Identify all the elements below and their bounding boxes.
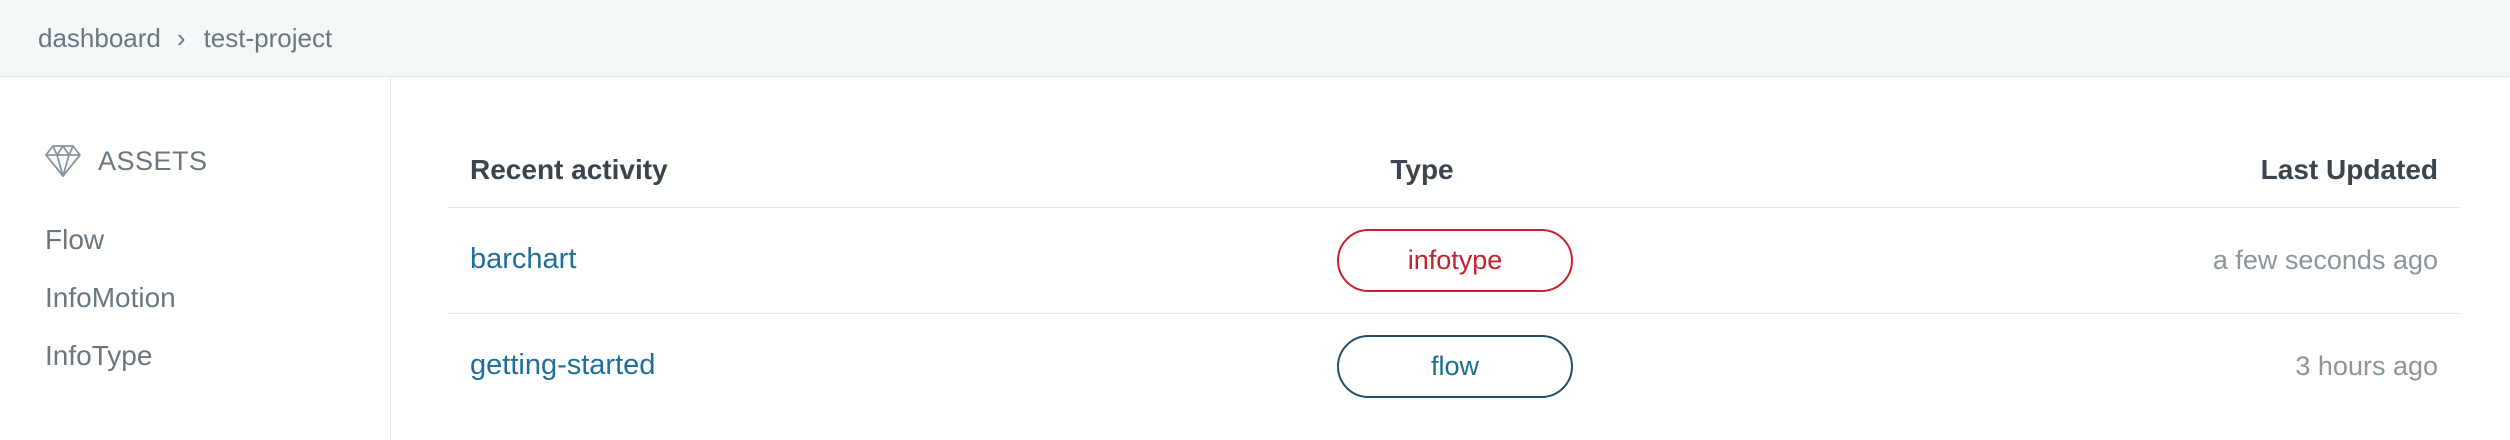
breadcrumb-dashboard[interactable]: dashboard xyxy=(38,23,161,54)
breadcrumb-test-project[interactable]: test-project xyxy=(204,23,333,54)
type-badge-infotype: infotype xyxy=(1337,229,1573,292)
asset-link-getting-started[interactable]: getting-started xyxy=(470,349,655,382)
column-header-type: Type xyxy=(1390,154,1454,185)
asset-link-barchart[interactable]: barchart xyxy=(470,243,576,276)
sidebar: ASSETS Flow InfoMotion InfoType xyxy=(0,78,391,440)
table-row: getting-started flow 3 hours ago xyxy=(448,314,2460,420)
type-badge-flow: flow xyxy=(1337,335,1573,398)
sidebar-item-infomotion[interactable]: InfoMotion xyxy=(45,282,176,314)
sidebar-item-flow[interactable]: Flow xyxy=(45,224,104,256)
column-header-last-updated: Last Updated xyxy=(2260,154,2438,185)
diamond-icon xyxy=(44,144,82,178)
sidebar-heading: ASSETS xyxy=(44,144,208,178)
table-header: Recent activity Type Last Updated xyxy=(448,78,2460,208)
last-updated-text: a few seconds ago xyxy=(2212,245,2438,275)
breadcrumb: dashboard › test-project xyxy=(0,0,2510,77)
column-header-recent-activity: Recent activity xyxy=(470,154,668,185)
breadcrumb-separator: › xyxy=(176,22,186,53)
sidebar-item-infotype[interactable]: InfoType xyxy=(45,340,152,372)
last-updated-text: 3 hours ago xyxy=(2295,351,2438,381)
table-row: barchart infotype a few seconds ago xyxy=(448,208,2460,314)
sidebar-heading-label: ASSETS xyxy=(98,145,208,176)
